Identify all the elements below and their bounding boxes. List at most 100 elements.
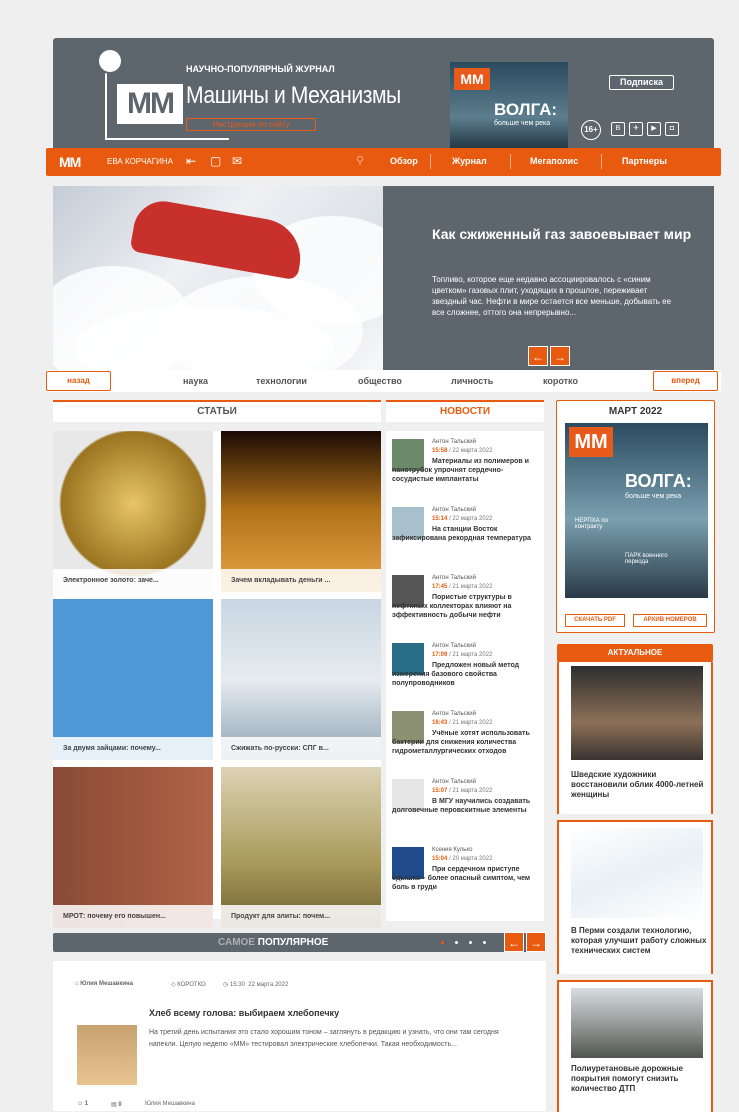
article-card[interactable]: Электронное золото: заче... [53,431,213,592]
news-item[interactable]: Антон Тальский 15:14 / 22 марта 2022 На … [392,507,542,573]
category-society[interactable]: общество [358,376,402,386]
search-icon[interactable]: ⚲ [356,154,364,167]
article-card[interactable]: МРОТ: почему его повышен... [53,767,213,928]
article-caption: Продукт для элиты: почем... [221,905,381,928]
popular-next-button[interactable]: → [526,932,546,952]
actual-title[interactable]: Полиуретановые дорожные покрытия помогут… [571,1064,707,1094]
dzen-icon[interactable]: ◘ [665,122,679,136]
messages-icon[interactable]: ✉ [232,154,242,168]
actual-item[interactable]: Полиуретановые дорожные покрытия помогут… [557,980,713,1112]
news-item[interactable]: Ксения Кулько 15:04 / 20 марта 2022 При … [392,847,542,913]
user-name[interactable]: ЕВА КОРЧАГИНА [107,157,173,166]
news-time: 15:58 / 22 марта 2022 [432,448,493,454]
cover-subtitle: больше чем река [494,120,551,127]
header-subtitle: НАУЧНО-ПОПУЛЯРНЫЙ ЖУРНАЛ [186,64,335,74]
news-title[interactable]: Материалы из полимеров и нанотрубок упро… [392,457,540,484]
news-title[interactable]: На станции Восток зафиксирована рекордна… [392,525,540,543]
youtube-icon[interactable]: ▶ [647,122,661,136]
car-shape [129,196,307,281]
actual-title[interactable]: В Перми создали технологию, которая улуч… [571,926,707,956]
article-card[interactable]: Продукт для элиты: почем... [221,767,381,928]
news-title[interactable]: При сердечном приступе одышка – более оп… [392,865,540,892]
magazine-cover[interactable]: ММ ВОЛГА: больше чем река НЕРПХА по конт… [565,423,708,598]
actual-image [571,666,703,760]
back-button[interactable]: назад [46,371,111,391]
popular-title: САМОЕ ПОПУЛЯРНОЕ [218,937,329,948]
news-title[interactable]: Пористые структуры в нефтяных коллектора… [392,593,540,620]
cover-logo: ММ [569,427,613,457]
logout-icon[interactable]: ⇤ [186,154,196,168]
post-text: На третий день испытания это стало хорош… [149,1029,499,1048]
nav-separator [601,154,602,169]
instruction-button[interactable]: Инструкция по сайту [186,118,316,131]
hero-prev-button[interactable]: ← [528,346,548,366]
bookmark-icon[interactable]: ▢ [210,154,221,168]
nav-link-zhurnal[interactable]: Журнал [452,156,487,166]
article-caption: Электронное золото: заче... [53,569,213,592]
header-title: Машины и Механизмы [186,82,401,109]
hero-next-button[interactable]: → [550,346,570,366]
category-tech[interactable]: технологии [256,376,307,386]
clock-icon: ◷ [223,982,230,988]
header-magazine-cover[interactable]: ММ ВОЛГА: больше чем река [450,62,568,154]
actual-widget: АКТУАЛЬНОЕ Шведские художники восстанови… [557,644,713,1112]
slider-dot[interactable] [441,941,444,944]
post-author[interactable]: ⌂ Юлия Мешавкина [75,981,133,987]
news-title[interactable]: Учёные хотят использовать бактерии для с… [392,729,540,756]
news-item[interactable]: Антон Тальский 16:43 / 21 марта 2022 Учё… [392,711,542,777]
news-author: Антон Тальский [432,575,477,581]
nav-link-obzor[interactable]: Обзор [390,156,418,166]
article-card[interactable]: Сжижать по-русски: СПГ в... [221,599,381,760]
actual-item[interactable]: Шведские художники восстановили облик 40… [557,662,713,814]
news-item[interactable]: Антон Тальский 15:07 / 21 марта 2022 В М… [392,779,542,845]
article-caption: МРОТ: почему его повышен... [53,905,213,928]
post-datetime: ◷ 15:30 22 марта 2022 [223,982,289,988]
article-caption: Зачем вкладывать деньги ... [221,569,381,592]
vk-icon[interactable]: В [611,122,625,136]
article-card[interactable]: Зачем вкладывать деньги ... [221,431,381,592]
news-header[interactable]: НОВОСТИ [386,400,544,422]
likes-count[interactable]: ☺ 1 [77,1101,88,1107]
hero-image[interactable] [53,186,383,373]
smile-icon: ☺ [77,1101,85,1107]
actual-header: АКТУАЛЬНОЕ [557,644,713,662]
actual-item[interactable]: В Перми создали технологию, которая улуч… [557,820,713,974]
nav-link-partners[interactable]: Партнеры [622,156,667,166]
slider-dot[interactable] [469,941,472,944]
actual-title[interactable]: Шведские художники восстановили облик 40… [571,770,707,800]
popular-post: ⌂ Юлия Мешавкина ◇ КОРОТКО ◷ 15:30 22 ма… [53,961,546,1111]
articles-header: СТАТЬИ [53,400,381,422]
post-title[interactable]: Хлеб всему голова: выбираем хлебопечку [149,1008,339,1018]
news-item[interactable]: Антон Тальский 15:58 / 22 марта 2022 Мат… [392,439,542,505]
article-caption: Сжижать по-русски: СПГ в... [221,737,381,760]
news-author: Антон Тальский [432,439,477,445]
archive-button[interactable]: АРХИВ НОМЕРОВ [633,614,707,627]
nav-logo[interactable]: ММ [59,154,81,170]
post-tag[interactable]: ◇ КОРОТКО [171,981,206,988]
nav-separator [430,154,431,169]
article-card[interactable]: За двумя зайцами: почему... [53,599,213,760]
news-title[interactable]: Предложен новый метод измерения базового… [392,661,540,688]
news-item[interactable]: Антон Тальский 17:45 / 21 марта 2022 Пор… [392,575,542,641]
news-item[interactable]: Антон Тальский 17:09 / 21 марта 2022 Пре… [392,643,542,709]
news-author: Антон Тальский [432,507,477,513]
comments-count[interactable]: ▤ 0 [111,1101,122,1108]
slider-dot[interactable] [455,941,458,944]
nav-link-megapolis[interactable]: Мегаполис [530,156,578,166]
download-pdf-button[interactable]: СКАЧАТЬ PDF [565,614,625,627]
site-logo[interactable]: ММ [117,84,183,124]
category-short[interactable]: коротко [543,376,578,386]
page: ММ НАУЧНО-ПОПУЛЯРНЫЙ ЖУРНАЛ Машины и Мех… [46,38,721,1112]
telegram-icon[interactable]: ✈ [629,122,643,136]
category-person[interactable]: личность [451,376,493,386]
news-title[interactable]: В МГУ научились создавать долговечные пе… [392,797,540,815]
forward-button[interactable]: вперед [653,371,718,391]
category-nauka[interactable]: наука [183,376,208,386]
hero-title[interactable]: Как сжиженный газ завоевывает мир [432,226,692,243]
actual-image [571,988,703,1058]
slider-dot[interactable] [483,941,486,944]
news-time: 15:14 / 22 марта 2022 [432,516,493,522]
site-header: ММ НАУЧНО-ПОПУЛЯРНЫЙ ЖУРНАЛ Машины и Мех… [46,38,721,176]
subscribe-button[interactable]: Подписка [609,75,674,90]
popular-prev-button[interactable]: ← [504,932,524,952]
